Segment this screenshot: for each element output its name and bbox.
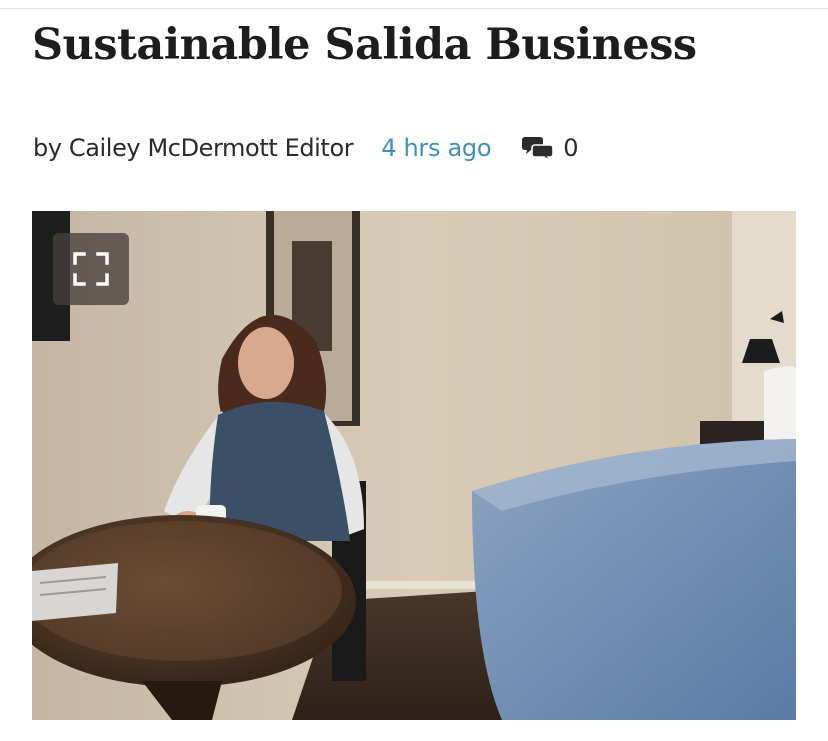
comment-bubbles-icon: [522, 137, 555, 162]
article-headline: Sustainable Salida Business: [32, 20, 697, 70]
top-divider: [0, 8, 828, 9]
article-byline: by Cailey McDermott Editor 4 hrs ago 0: [33, 130, 579, 166]
photo-scene: [32, 211, 796, 720]
byline-timestamp[interactable]: 4 hrs ago: [381, 134, 491, 162]
comments-link[interactable]: 0: [521, 134, 579, 162]
expand-photo-button[interactable]: [53, 233, 129, 305]
expand-fullscreen-icon: [73, 252, 109, 286]
comment-count: 0: [563, 134, 579, 162]
article-photo[interactable]: [32, 211, 796, 720]
byline-author[interactable]: by Cailey McDermott Editor: [33, 134, 354, 162]
